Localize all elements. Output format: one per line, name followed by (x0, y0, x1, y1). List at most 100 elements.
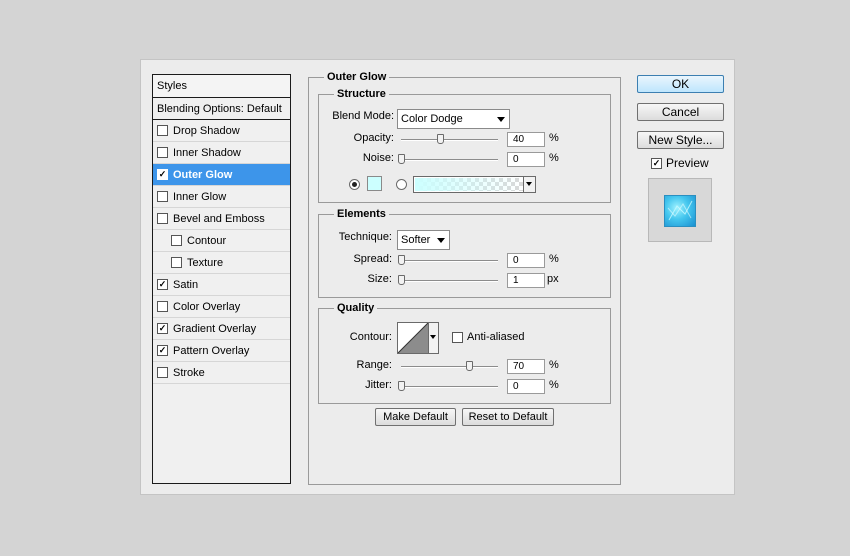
styles-item-label: Gradient Overlay (173, 323, 257, 335)
styles-item-pattern-overlay[interactable]: ✓ Pattern Overlay (153, 340, 290, 362)
styles-item-satin[interactable]: ✓ Satin (153, 274, 290, 296)
styles-item-checkbox[interactable] (171, 234, 182, 246)
preview-swatch-icon (664, 195, 696, 227)
styles-item-drop-shadow[interactable]: Drop Shadow (153, 120, 290, 142)
range-unit: % (549, 359, 559, 371)
spread-label: Spread: (353, 253, 392, 265)
size-input[interactable]: 1 (507, 273, 545, 288)
styles-item-label: Contour (187, 235, 227, 247)
noise-slider[interactable] (401, 159, 498, 161)
elements-group: Elements Technique: Softer Spread: 0 % S… (318, 208, 611, 298)
opacity-label: Opacity: (353, 132, 394, 144)
chevron-down-icon (437, 238, 445, 243)
structure-group: Structure Blend Mode: Color Dodge Opacit… (318, 88, 611, 203)
styles-item-label: Pattern Overlay (173, 345, 250, 357)
jitter-slider-thumb[interactable] (398, 381, 405, 391)
styles-item-label: Color Overlay (173, 301, 241, 313)
styles-item-inner-shadow[interactable]: Inner Shadow (153, 142, 290, 164)
styles-item-label: Stroke (173, 367, 205, 379)
technique-value: Softer (401, 234, 431, 246)
cancel-button[interactable]: Cancel (637, 103, 724, 121)
reset-to-default-button[interactable]: Reset to Default (462, 408, 554, 426)
styles-item-checkbox[interactable] (157, 124, 168, 136)
style-preview (648, 178, 712, 242)
gradient-preview (415, 178, 523, 191)
outer-glow-title: Outer Glow (324, 71, 390, 83)
opacity-slider-thumb[interactable] (436, 134, 444, 144)
size-slider[interactable] (401, 280, 498, 282)
anti-aliased-checkbox[interactable] (452, 332, 463, 343)
preview-label: Preview (666, 156, 709, 170)
styles-item-label: Texture (187, 257, 224, 269)
range-input[interactable]: 70 (507, 359, 545, 374)
make-default-button[interactable]: Make Default (375, 408, 456, 426)
chevron-down-icon (430, 335, 436, 339)
contour-picker[interactable] (397, 322, 439, 354)
styles-item-stroke[interactable]: Stroke (153, 362, 290, 384)
styles-item-checkbox[interactable] (157, 212, 168, 224)
gradient-radio[interactable] (396, 179, 407, 190)
blend-mode-select[interactable]: Color Dodge (397, 109, 510, 129)
styles-list: Styles Blending Options: Default Drop Sh… (152, 74, 291, 484)
noise-slider-thumb[interactable] (398, 154, 405, 164)
styles-item-checkbox[interactable]: ✓ (157, 322, 168, 334)
styles-item-checkbox[interactable]: ✓ (157, 278, 168, 290)
styles-item-texture[interactable]: Texture (153, 252, 290, 274)
spread-unit: % (549, 253, 559, 265)
contour-label: Contour: (349, 331, 392, 343)
styles-item-color-overlay[interactable]: Color Overlay (153, 296, 290, 318)
blend-mode-label: Blend Mode: (332, 110, 394, 122)
styles-item-bevel-and-emboss[interactable]: Bevel and Emboss (153, 208, 290, 230)
jitter-unit: % (549, 379, 559, 391)
chevron-down-icon (526, 182, 532, 186)
gradient-dropdown[interactable] (523, 177, 535, 192)
styles-item-checkbox[interactable] (157, 300, 168, 312)
size-slider-thumb[interactable] (398, 275, 406, 285)
range-slider[interactable] (401, 366, 498, 368)
styles-item-checkbox[interactable]: ✓ (157, 168, 168, 180)
spread-slider-thumb[interactable] (398, 255, 405, 265)
technique-select[interactable]: Softer (397, 230, 450, 250)
spread-slider[interactable] (401, 260, 498, 262)
spread-input[interactable]: 0 (507, 253, 545, 268)
styles-header[interactable]: Styles (153, 75, 290, 98)
ok-button[interactable]: OK (637, 75, 724, 93)
outer-glow-group: Outer Glow Structure Blend Mode: Color D… (308, 71, 621, 485)
solid-color-radio[interactable] (349, 179, 360, 190)
jitter-input[interactable]: 0 (507, 379, 545, 394)
styles-item-checkbox[interactable]: ✓ (157, 344, 168, 356)
range-label: Range: (356, 359, 392, 371)
gradient-picker[interactable] (413, 176, 536, 193)
styles-item-checkbox[interactable] (157, 366, 168, 378)
styles-item-label: Drop Shadow (173, 125, 240, 137)
styles-item-label: Satin (173, 279, 199, 291)
styles-item-gradient-overlay[interactable]: ✓ Gradient Overlay (153, 318, 290, 340)
size-label: Size: (367, 273, 392, 285)
styles-item-inner-glow[interactable]: Inner Glow (153, 186, 290, 208)
jitter-slider[interactable] (401, 386, 498, 388)
structure-title: Structure (334, 88, 389, 100)
styles-item-label: Inner Shadow (173, 147, 241, 159)
quality-group: Quality Contour: Anti-aliased Range: 70 … (318, 302, 611, 404)
blend-mode-value: Color Dodge (401, 113, 463, 125)
blending-options-item[interactable]: Blending Options: Default (153, 98, 290, 120)
opacity-slider[interactable] (401, 139, 498, 141)
new-style-button[interactable]: New Style... (637, 131, 724, 149)
glow-color-swatch[interactable] (367, 176, 382, 191)
styles-item-checkbox[interactable] (171, 256, 182, 268)
styles-item-outer-glow[interactable]: ✓ Outer Glow (153, 164, 290, 186)
contour-dropdown[interactable] (428, 323, 438, 353)
noise-input[interactable]: 0 (507, 152, 545, 167)
contour-curve-icon (398, 323, 428, 353)
styles-item-contour[interactable]: Contour (153, 230, 290, 252)
elements-title: Elements (334, 208, 389, 220)
range-slider-thumb[interactable] (465, 361, 473, 371)
size-unit: px (547, 273, 559, 285)
styles-item-checkbox[interactable] (157, 190, 168, 202)
anti-aliased-label: Anti-aliased (467, 331, 525, 343)
opacity-input[interactable]: 40 (507, 132, 545, 147)
chevron-down-icon (497, 117, 505, 122)
styles-item-checkbox[interactable] (157, 146, 168, 158)
jitter-label: Jitter: (365, 379, 392, 391)
preview-checkbox[interactable]: ✓ (651, 158, 662, 169)
